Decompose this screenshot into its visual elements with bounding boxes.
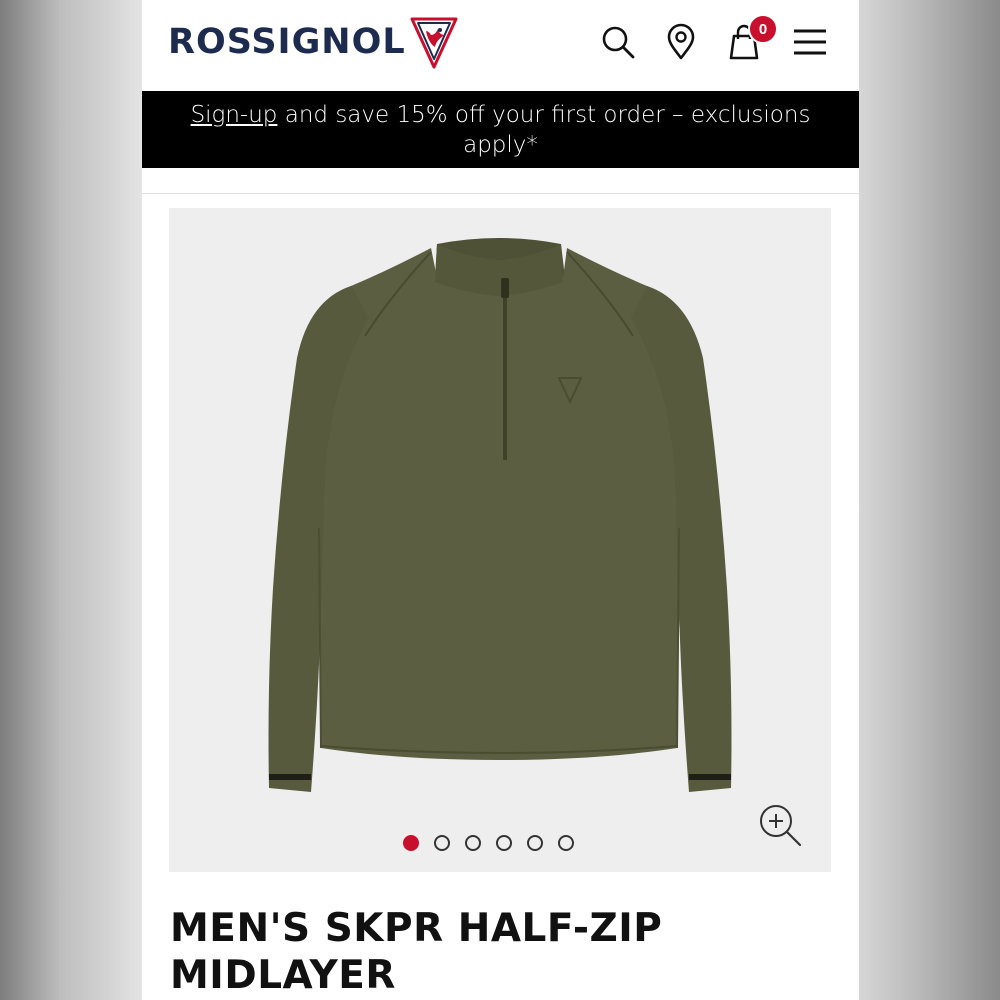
carousel-dot-2[interactable]: [434, 835, 450, 851]
carousel-dot-3[interactable]: [465, 835, 481, 851]
cart-count-badge: 0: [748, 14, 778, 44]
carousel-dot-4[interactable]: [496, 835, 512, 851]
carousel-dot-6[interactable]: [558, 835, 574, 851]
carousel-dot-5[interactable]: [527, 835, 543, 851]
rooster-shield-icon: [410, 17, 458, 69]
signup-link[interactable]: Sign-up: [191, 102, 278, 128]
product-image: [268, 238, 732, 792]
product-title: MEN'S SKPR HALF-ZIP MIDLAYER: [170, 906, 663, 998]
product-gallery[interactable]: [169, 208, 831, 872]
promo-text-wrap: Sign-up and save 15% off your first orde…: [172, 100, 829, 160]
promo-message: and save 15% off your first order – excl…: [277, 101, 811, 158]
brand-name: ROSSIGNOL: [168, 22, 406, 62]
brand-logo[interactable]: ROSSIGNOL: [168, 12, 460, 72]
menu-icon[interactable]: [790, 22, 830, 62]
site-header: ROSSIGNOL 0: [142, 0, 859, 91]
promo-banner: Sign-up and save 15% off your first orde…: [142, 91, 859, 168]
phone-screen: ROSSIGNOL 0 Sign-up and save 15% off you…: [142, 0, 859, 1000]
search-icon[interactable]: [598, 22, 638, 62]
carousel-dot-1[interactable]: [403, 835, 419, 851]
location-pin-icon[interactable]: [661, 22, 701, 62]
header-divider: [142, 193, 859, 194]
carousel-dots: [403, 835, 574, 851]
zoom-in-icon[interactable]: [756, 801, 806, 851]
